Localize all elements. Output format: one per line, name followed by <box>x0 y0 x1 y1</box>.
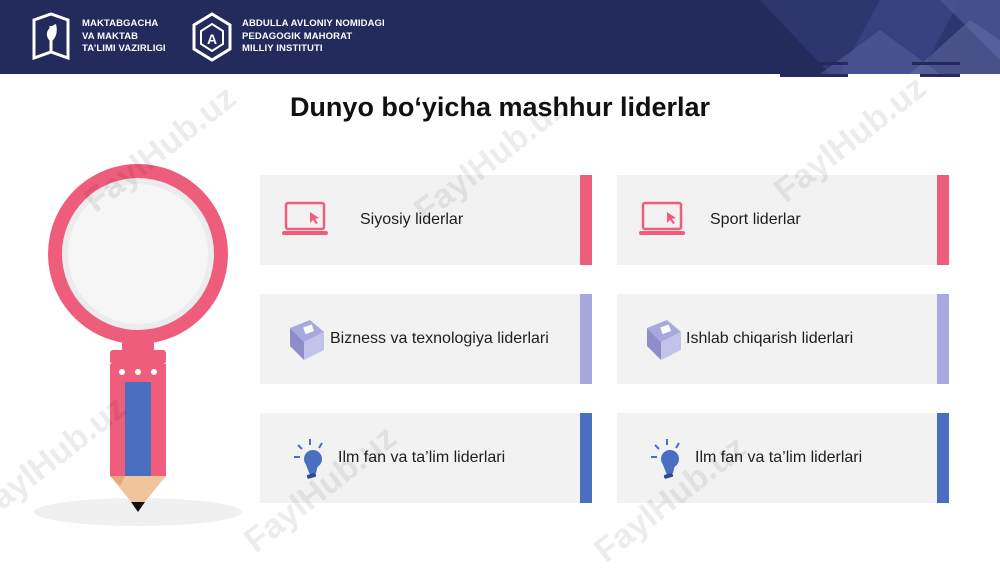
accent-bar <box>937 294 949 384</box>
card-ilm-fan-talim-2[interactable]: Ilm fan va ta’lim liderlari <box>617 413 949 503</box>
institute-emblem-icon: A <box>192 12 232 62</box>
accent-bar <box>937 413 949 503</box>
magnifier-pencil-illustration <box>34 164 242 526</box>
card-label: Siyosiy liderlar <box>360 211 464 228</box>
laptop-icon <box>282 201 328 235</box>
card-ilm-fan-talim[interactable]: Ilm fan va ta’lim liderlari <box>260 413 592 503</box>
institute-logo: A ABDULLA AVLONIY NOMIDAGI PEDAGOGIK MAH… <box>192 12 385 62</box>
card-label: Ilm fan va ta’lim liderlari <box>338 449 506 466</box>
decoration-line <box>768 62 848 65</box>
page-title: Dunyo bo‘yicha mashhur liderlar <box>289 92 711 122</box>
decoration-line <box>912 62 960 65</box>
card-bizness-texnologiya[interactable]: Bizness va texnologiya liderlari <box>260 294 592 384</box>
lightbulb-icon <box>651 439 680 479</box>
decoration-line <box>780 74 848 77</box>
laptop-icon <box>639 201 685 235</box>
accent-bar <box>580 294 592 384</box>
ministry-logo: MAKTABGACHA VA MAKTAB TA’LIMI VAZIRLIGI <box>30 12 166 62</box>
lightbulb-icon <box>294 439 323 479</box>
accent-bar <box>580 413 592 503</box>
card-label: Bizness va texnologiya liderlari <box>330 330 549 347</box>
decoration-line <box>920 74 960 77</box>
card-sport-liderlar[interactable]: Sport liderlar <box>617 175 949 265</box>
card-label: Ilm fan va ta’lim liderlari <box>695 449 863 466</box>
ministry-book-icon <box>32 12 70 61</box>
card-label: Ishlab chiqarish liderlari <box>686 330 854 347</box>
accent-bar <box>580 175 592 265</box>
book-icon <box>290 320 324 360</box>
header-banner: MAKTABGACHA VA MAKTAB TA’LIMI VAZIRLIGI … <box>0 0 1000 74</box>
institute-name: ABDULLA AVLONIY NOMIDAGI PEDAGOGIK MAHOR… <box>242 18 385 55</box>
accent-bar <box>937 175 949 265</box>
ministry-name: MAKTABGACHA VA MAKTAB TA’LIMI VAZIRLIGI <box>82 18 166 55</box>
card-siyosiy-liderlar[interactable]: Siyosiy liderlar <box>260 175 592 265</box>
card-ishlab-chiqarish[interactable]: Ishlab chiqarish liderlari <box>617 294 949 384</box>
svg-text:A: A <box>207 31 217 47</box>
book-icon <box>647 320 681 360</box>
card-label: Sport liderlar <box>710 211 801 228</box>
